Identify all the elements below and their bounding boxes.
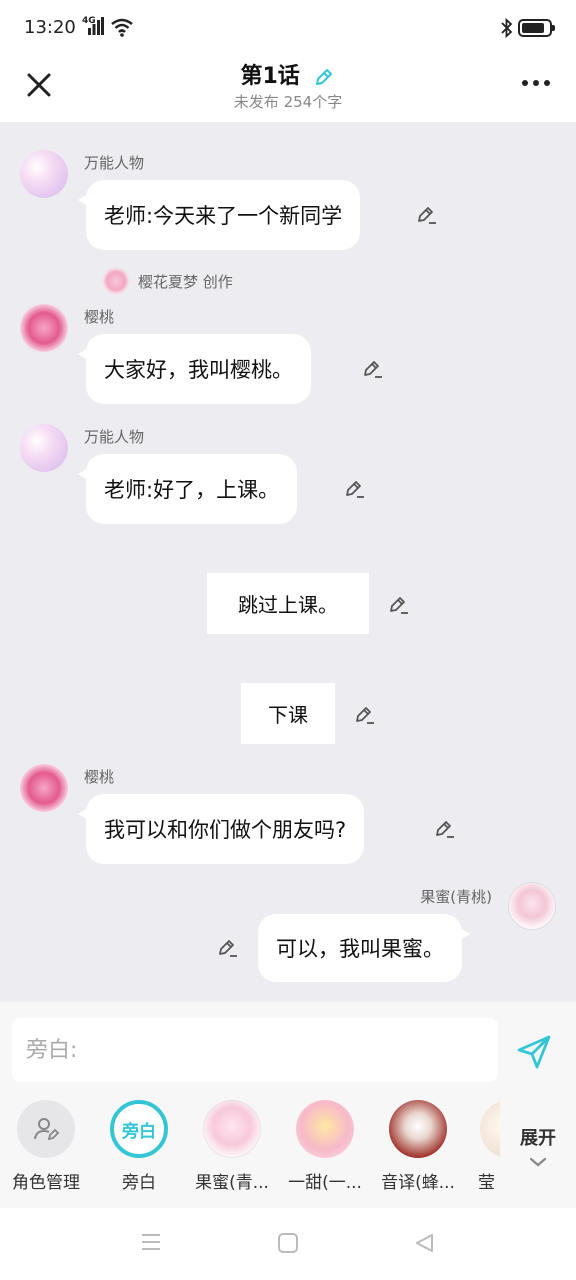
dot-icon	[544, 80, 550, 86]
character-bar: 角色管理 旁白 旁白 果蜜(青... 一甜(一... 音译(蜂... 莹 展开	[0, 1096, 576, 1208]
character-manage-button[interactable]: 角色管理	[6, 1100, 86, 1193]
battery-icon	[518, 19, 555, 37]
character-label: 一甜(一...	[288, 1173, 362, 1193]
creator-avatar	[102, 267, 130, 295]
character-yinyi[interactable]: 音译(蜂...	[378, 1100, 458, 1193]
edit-message-icon[interactable]	[344, 478, 366, 500]
message-bubble[interactable]: 可以，我叫果蜜。	[258, 914, 470, 982]
message-bubble[interactable]: 老师:今天来了一个新同学	[77, 180, 361, 250]
chat-area[interactable]: 万能人物 老师:今天来了一个新同学 樱花夏梦 创作 樱桃 大家好，我叫樱桃。 万…	[0, 122, 576, 1002]
edit-message-icon[interactable]	[362, 358, 384, 380]
character-avatar	[389, 1100, 447, 1158]
character-ying[interactable]: 莹	[470, 1100, 500, 1193]
narration-input[interactable]	[12, 1018, 498, 1082]
speaker-name: 樱桃	[84, 768, 115, 786]
episode-subtitle: 未发布 254个字	[233, 93, 343, 111]
character-label: 音译(蜂...	[381, 1173, 455, 1193]
avatar-universal-character[interactable]	[20, 424, 68, 472]
message-bubble[interactable]: 老师:好了，上课。	[77, 454, 298, 524]
speaker-name: 樱桃	[84, 308, 115, 326]
character-guomi[interactable]: 果蜜(青...	[192, 1100, 272, 1193]
message-bubble[interactable]: 我可以和你们做个朋友吗?	[77, 794, 365, 864]
character-label: 莹	[478, 1173, 495, 1193]
character-label: 旁白	[122, 1173, 156, 1193]
creator-text: 樱花夏梦 创作	[138, 272, 233, 291]
expand-label: 展开	[520, 1128, 556, 1149]
avatar-guomi[interactable]	[508, 882, 556, 930]
character-avatar	[296, 1100, 354, 1158]
menu-icon[interactable]	[140, 1232, 162, 1252]
back-icon[interactable]	[413, 1232, 435, 1254]
dot-icon	[533, 80, 539, 86]
message-bubble[interactable]: 大家好，我叫樱桃。	[78, 334, 311, 404]
episode-title: 第1话	[240, 64, 300, 89]
character-label: 果蜜(青...	[195, 1173, 269, 1193]
dot-icon	[522, 80, 528, 86]
edit-narration-icon[interactable]	[388, 594, 410, 616]
creator-credit: 樱花夏梦 创作	[102, 266, 233, 296]
character-manage-icon	[17, 1100, 75, 1158]
narration-block[interactable]: 下课	[241, 683, 335, 744]
input-bar	[0, 1002, 576, 1096]
bluetooth-icon	[501, 17, 513, 39]
status-time: 13:20	[24, 17, 76, 38]
edit-narration-icon[interactable]	[354, 704, 376, 726]
edit-title-icon[interactable]	[313, 66, 335, 88]
more-options-button[interactable]	[522, 78, 552, 88]
speaker-name: 万能人物	[84, 154, 145, 172]
send-icon[interactable]	[514, 1032, 554, 1072]
character-manage-label: 角色管理	[12, 1173, 80, 1193]
avatar-yingtao[interactable]	[20, 764, 68, 812]
character-narration[interactable]: 旁白 旁白	[99, 1100, 179, 1193]
home-icon[interactable]	[277, 1232, 299, 1254]
speaker-name: 果蜜(青桃)	[420, 888, 492, 906]
character-avatar	[203, 1100, 261, 1158]
avatar-yingtao[interactable]	[20, 304, 68, 352]
system-nav-bar	[0, 1208, 576, 1280]
speaker-name: 万能人物	[84, 428, 145, 446]
narration-block[interactable]: 跳过上课。	[207, 573, 369, 634]
status-bar: 13:20 4G	[0, 0, 576, 58]
edit-message-icon[interactable]	[217, 937, 239, 959]
episode-header: 第1话 未发布 254个字	[0, 58, 576, 122]
character-avatar	[480, 1100, 500, 1158]
character-yitian[interactable]: 一甜(一...	[285, 1100, 365, 1193]
episode-title-row: 第1话	[0, 58, 576, 90]
edit-message-icon[interactable]	[434, 818, 456, 840]
chevron-down-icon	[529, 1157, 547, 1167]
signal-icon	[88, 17, 104, 35]
expand-button[interactable]: 展开	[506, 1124, 570, 1168]
avatar-universal-character[interactable]	[20, 150, 68, 198]
edit-message-icon[interactable]	[416, 204, 438, 226]
narration-badge: 旁白	[110, 1100, 168, 1158]
wifi-icon	[111, 18, 133, 37]
